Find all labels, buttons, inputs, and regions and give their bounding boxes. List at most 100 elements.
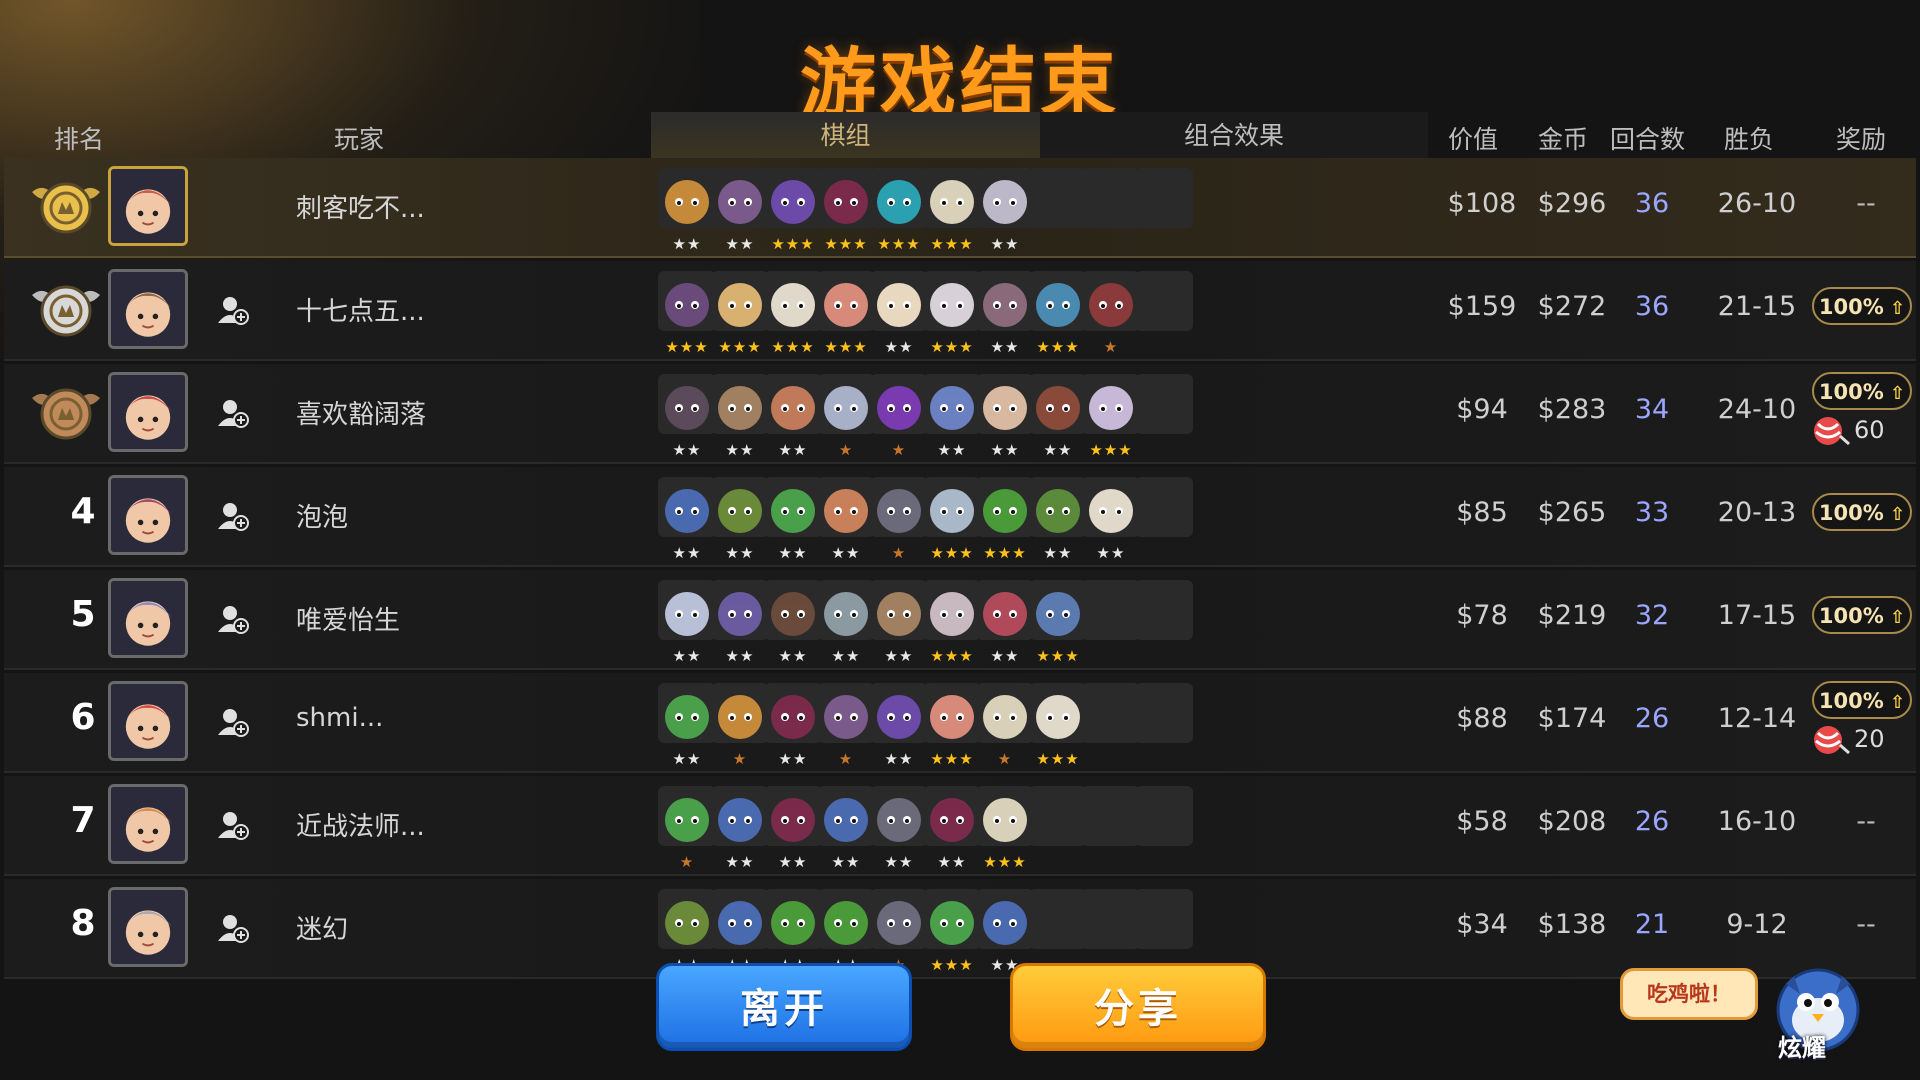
player-avatar[interactable] [108, 372, 188, 452]
unit-slot[interactable]: ★★ [711, 374, 769, 460]
win-loss-cell: 20-13 [1717, 497, 1797, 528]
unit-slot[interactable]: ★★ [817, 786, 875, 872]
unit-slot[interactable]: ★★★ [976, 477, 1034, 563]
player-name: 迷幻 [296, 915, 349, 945]
unit-slot[interactable]: ★★★ [1029, 683, 1087, 769]
unit-slot[interactable]: ★★ [658, 477, 716, 563]
unit-slot[interactable]: ★★ [711, 477, 769, 563]
leave-button[interactable]: 离开 [656, 963, 912, 1051]
unit-slot[interactable]: ★★ [870, 580, 928, 666]
add-friend-icon[interactable] [216, 293, 250, 327]
player-row[interactable]: 4 泡泡 ★★ ★★ ★★ ★★ ★ ★★★ ★★★ ★★ ★★ $85 $26… [4, 467, 1916, 567]
unit-slot[interactable]: ★ [870, 374, 928, 460]
unit-slot[interactable]: ★★ [764, 580, 822, 666]
player-avatar[interactable] [108, 784, 188, 864]
unit-slot[interactable]: ★★ [817, 477, 875, 563]
unit-slot[interactable]: ★★ [711, 580, 769, 666]
unit-star-level: ★ [838, 441, 854, 459]
unit-slot[interactable]: ★★★ [764, 168, 822, 254]
unit-slot[interactable]: ★★ [976, 374, 1034, 460]
add-friend-icon[interactable] [216, 705, 250, 739]
unit-slot[interactable]: ★★★ [658, 271, 716, 357]
unit-slot[interactable]: ★★★ [1082, 374, 1140, 460]
unit-slot[interactable]: ★★ [658, 683, 716, 769]
player-avatar[interactable] [108, 166, 188, 246]
add-friend-icon[interactable] [216, 602, 250, 636]
unit-slot[interactable]: ★ [817, 374, 875, 460]
unit-slot[interactable]: ★★ [764, 683, 822, 769]
unit-slot[interactable]: ★★ [711, 168, 769, 254]
unit-slot[interactable]: ★★★ [1029, 271, 1087, 357]
unit-slot[interactable]: ★★★ [870, 168, 928, 254]
unit-slot[interactable]: ★★★ [923, 683, 981, 769]
reward-bonus-badge: 100% ⇧ [1812, 681, 1912, 719]
unit-slot[interactable]: ★★ [1029, 477, 1087, 563]
unit-slot[interactable]: ★★★ [923, 889, 981, 975]
unit-slot[interactable]: ★★ [711, 786, 769, 872]
add-friend-icon[interactable] [216, 808, 250, 842]
unit-slot[interactable]: ★★ [764, 374, 822, 460]
unit-slot[interactable]: ★★ [870, 786, 928, 872]
unit-star-level: ★★ [990, 441, 1020, 459]
unit-portrait-icon [764, 271, 822, 331]
unit-slot[interactable]: ★★★ [976, 786, 1034, 872]
unit-slot[interactable]: ★★ [976, 168, 1034, 254]
unit-slot[interactable]: ★ [817, 683, 875, 769]
add-friend-icon[interactable] [216, 911, 250, 945]
unit-portrait-icon [711, 683, 769, 743]
unit-slot[interactable]: ★★ [817, 580, 875, 666]
unit-slot[interactable]: ★★★ [817, 271, 875, 357]
unit-slot[interactable]: ★★ [870, 271, 928, 357]
player-row[interactable]: 5 唯爱怡生 ★★ ★★ ★★ ★★ ★★ ★★★ ★★ ★★★ $78 $21… [4, 570, 1916, 670]
add-friend-icon[interactable] [216, 499, 250, 533]
unit-slot[interactable]: ★★ [976, 271, 1034, 357]
player-row[interactable]: 8 迷幻 ★★★ ★★ $34 $138 21 9-12 -- [4, 879, 1916, 979]
unit-slot[interactable]: ★★★ [764, 271, 822, 357]
unit-slot[interactable]: ★★ [764, 477, 822, 563]
unit-star-level: ★★★ [983, 853, 1027, 871]
unit-slot[interactable]: ★ [976, 683, 1034, 769]
player-avatar[interactable] [108, 475, 188, 555]
player-avatar[interactable] [108, 887, 188, 967]
unit-slot[interactable]: ★★ [658, 374, 716, 460]
player-row[interactable]: 2 十七点五... ★★★ [4, 261, 1916, 361]
unit-slot[interactable]: ★★ [658, 580, 716, 666]
unit-star-level: ★★★ [771, 338, 815, 356]
player-avatar[interactable] [108, 269, 188, 349]
player-row[interactable]: 3 喜欢豁阔落 ★★ [4, 364, 1916, 464]
unit-slot[interactable]: ★★ [764, 786, 822, 872]
unit-slot[interactable]: ★ [711, 683, 769, 769]
unit-slot[interactable]: ★★★ [923, 271, 981, 357]
unit-portrait-icon [870, 168, 928, 228]
player-avatar[interactable] [108, 681, 188, 761]
unit-slot[interactable]: ★★ [1082, 477, 1140, 563]
player-row[interactable]: 1 刺客吃不... ★★ [4, 158, 1916, 258]
player-row[interactable]: 6 shmi... ★★ ★ ★★ ★ ★★ ★★★ ★ ★★★ $88 $17… [4, 673, 1916, 773]
unit-slot[interactable]: ★★★ [923, 168, 981, 254]
unit-slot[interactable]: ★★ [1029, 374, 1087, 460]
rounds-cell: 34 [1634, 394, 1670, 425]
unit-slot[interactable]: ★★ [923, 786, 981, 872]
unit-slot[interactable]: ★★★ [923, 477, 981, 563]
add-friend-icon[interactable] [216, 396, 250, 430]
rank-number: 5 [70, 594, 96, 635]
reward-header: 奖励 [1836, 125, 1887, 154]
unit-slot[interactable]: ★ [658, 786, 716, 872]
unit-slot[interactable]: ★★★ [923, 580, 981, 666]
tab-synergy[interactable]: 组合效果 [1040, 112, 1428, 162]
unit-slot[interactable]: ★★ [976, 580, 1034, 666]
unit-slot[interactable]: ★★ [870, 683, 928, 769]
unit-slot[interactable]: ★ [1082, 271, 1140, 357]
share-button[interactable]: 分享 [1010, 963, 1266, 1051]
player-row[interactable]: 7 近战法师... ★ ★★ ★★ ★★ ★★ ★★ ★★★ $58 $208 … [4, 776, 1916, 876]
unit-slot[interactable]: ★ [870, 477, 928, 563]
unit-slot[interactable]: ★★★ [1029, 580, 1087, 666]
unit-slot[interactable]: ★★ [923, 374, 981, 460]
player-avatar[interactable] [108, 578, 188, 658]
unit-star-level: ★★ [1043, 544, 1073, 562]
unit-portrait-icon [817, 374, 875, 434]
unit-slot[interactable]: ★★★ [711, 271, 769, 357]
unit-slot[interactable]: ★★ [658, 168, 716, 254]
unit-star-level: ★ [997, 750, 1013, 768]
unit-slot[interactable]: ★★★ [817, 168, 875, 254]
